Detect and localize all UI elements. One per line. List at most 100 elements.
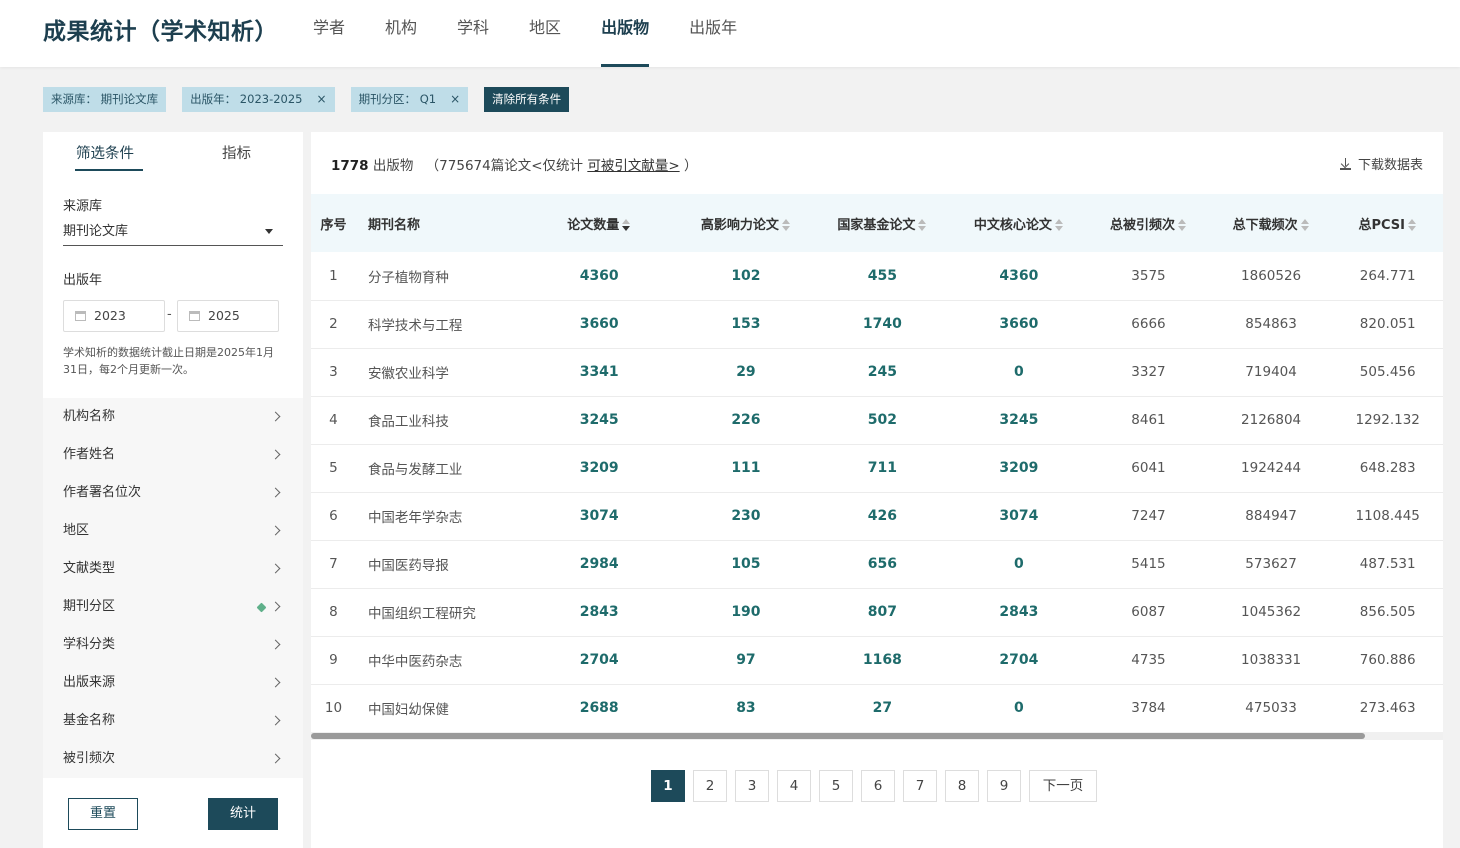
tab-filter-conditions[interactable]: 筛选条件 [76,142,134,163]
facet-fund-name[interactable]: 基金名称 [43,702,303,740]
table-cell[interactable]: 2843 [951,588,1087,636]
table-cell: 854863 [1245,316,1297,332]
facet-journal-quartile[interactable]: 期刊分区 [43,588,303,626]
sort-icon[interactable] [1300,219,1310,231]
page-button[interactable]: 4 [777,770,811,802]
source-select[interactable]: 期刊论文库 [63,220,283,246]
facet-publication-source[interactable]: 出版来源 [43,664,303,702]
year-to-value: 2025 [208,308,240,323]
statistics-button[interactable]: 统计 [208,798,278,830]
col-header-national-fund[interactable]: 国家基金论文 [814,194,950,252]
close-icon[interactable]: × [450,87,460,112]
sort-icon[interactable] [1177,219,1187,231]
col-header-total-downloads[interactable]: 总下载频次 [1210,194,1333,252]
facet-document-type[interactable]: 文献类型 [43,550,303,588]
table-cell[interactable]: 3341 [521,348,678,396]
page-button[interactable]: 6 [861,770,895,802]
facet-discipline[interactable]: 学科分类 [43,626,303,664]
facet-institution[interactable]: 机构名称 [43,398,303,436]
page-button[interactable]: 5 [819,770,853,802]
table-cell[interactable]: 711 [814,444,950,492]
table-cell[interactable]: 2688 [521,684,678,732]
table-cell[interactable]: 2704 [951,636,1087,684]
citable-docs-link[interactable]: 可被引文献量> [587,158,679,174]
table-cell[interactable]: 102 [678,252,814,300]
page-button[interactable]: 3 [735,770,769,802]
tab-publish-year[interactable]: 出版年 [689,0,737,67]
table-cell[interactable]: 111 [678,444,814,492]
next-page-button[interactable]: 下一页 [1029,770,1097,802]
tab-publication[interactable]: 出版物 [601,0,650,67]
table-cell[interactable]: 3074 [521,492,678,540]
sort-icon[interactable] [781,219,791,231]
table-cell[interactable]: 2704 [521,636,678,684]
sort-icon[interactable] [918,219,927,231]
close-icon[interactable]: × [317,87,327,112]
table-cell[interactable]: 83 [678,684,814,732]
clear-all-button[interactable]: 清除所有条件 [484,87,570,112]
table-cell[interactable]: 3245 [951,396,1087,444]
table-cell[interactable]: 3660 [951,300,1087,348]
table-cell[interactable]: 3245 [521,396,678,444]
table-cell[interactable]: 0 [951,348,1087,396]
tab-metrics[interactable]: 指标 [222,142,251,163]
year-to-input[interactable]: 2025 [177,300,279,332]
col-header-total-pcsi[interactable]: 总PCSI [1332,194,1443,252]
col-header-high-impact[interactable]: 高影响力论文 [678,194,814,252]
table-cell[interactable]: 245 [814,348,950,396]
table-cell[interactable]: 4360 [521,252,678,300]
table-cell[interactable]: 1740 [814,300,950,348]
tab-institution[interactable]: 机构 [385,0,417,67]
table-cell[interactable]: 502 [814,396,950,444]
page-button[interactable]: 8 [945,770,979,802]
col-header-paper-count[interactable]: 论文数量 [521,194,678,252]
table-cell[interactable]: 656 [814,540,950,588]
col-header-core-journal[interactable]: 中文核心论文 [951,194,1087,252]
table-cell[interactable]: 426 [814,492,950,540]
table-cell[interactable]: 2843 [521,588,678,636]
sort-icon[interactable] [1407,219,1417,231]
table-cell[interactable]: 3209 [951,444,1087,492]
table-cell[interactable]: 153 [678,300,814,348]
table-cell[interactable]: 3209 [521,444,678,492]
table-cell[interactable]: 97 [678,636,814,684]
tab-discipline[interactable]: 学科 [457,0,489,67]
table-cell[interactable]: 0 [951,684,1087,732]
table-cell[interactable]: 27 [814,684,950,732]
table-row: 7 中国医药导报 2984 105 656 0 5415 573627 487.531 [311,540,1443,588]
table-cell[interactable]: 4360 [951,252,1087,300]
facet-region[interactable]: 地区 [43,512,303,550]
facet-author-name[interactable]: 作者姓名 [43,436,303,474]
page-button[interactable]: 7 [903,770,937,802]
table-cell[interactable]: 190 [678,588,814,636]
page-button[interactable]: 1 [651,770,685,802]
horizontal-scrollbar[interactable] [311,732,1443,740]
table-cell[interactable]: 226 [678,396,814,444]
table-cell[interactable]: 1168 [814,636,950,684]
facet-author-position[interactable]: 作者署名位次 [43,474,303,512]
tab-underline [75,169,143,171]
sort-icon[interactable] [622,219,631,231]
reset-button[interactable]: 重置 [68,798,138,830]
table-cell[interactable]: 807 [814,588,950,636]
col-header-total-citations[interactable]: 总被引频次 [1087,194,1210,252]
page-button[interactable]: 2 [693,770,727,802]
table-cell[interactable]: 0 [951,540,1087,588]
sort-icon[interactable] [1054,219,1064,231]
page-button[interactable]: 9 [987,770,1021,802]
table-cell[interactable]: 3660 [521,300,678,348]
tab-region[interactable]: 地区 [529,0,561,67]
scrollbar-thumb[interactable] [311,733,1365,739]
tab-scholar[interactable]: 学者 [313,0,345,67]
table-cell[interactable]: 455 [814,252,950,300]
table-cell[interactable]: 105 [678,540,814,588]
facet-citation-count[interactable]: 被引频次 [43,740,303,778]
table-cell[interactable]: 29 [678,348,814,396]
table-cell: 820.051 [1359,316,1416,332]
table-cell[interactable]: 2984 [521,540,678,588]
year-from-input[interactable]: 2023 [63,300,165,332]
table-cell[interactable]: 3074 [951,492,1087,540]
table-cell: 505.456 [1359,364,1416,380]
download-table-button[interactable]: 下载数据表 [1339,154,1423,173]
table-cell[interactable]: 230 [678,492,814,540]
